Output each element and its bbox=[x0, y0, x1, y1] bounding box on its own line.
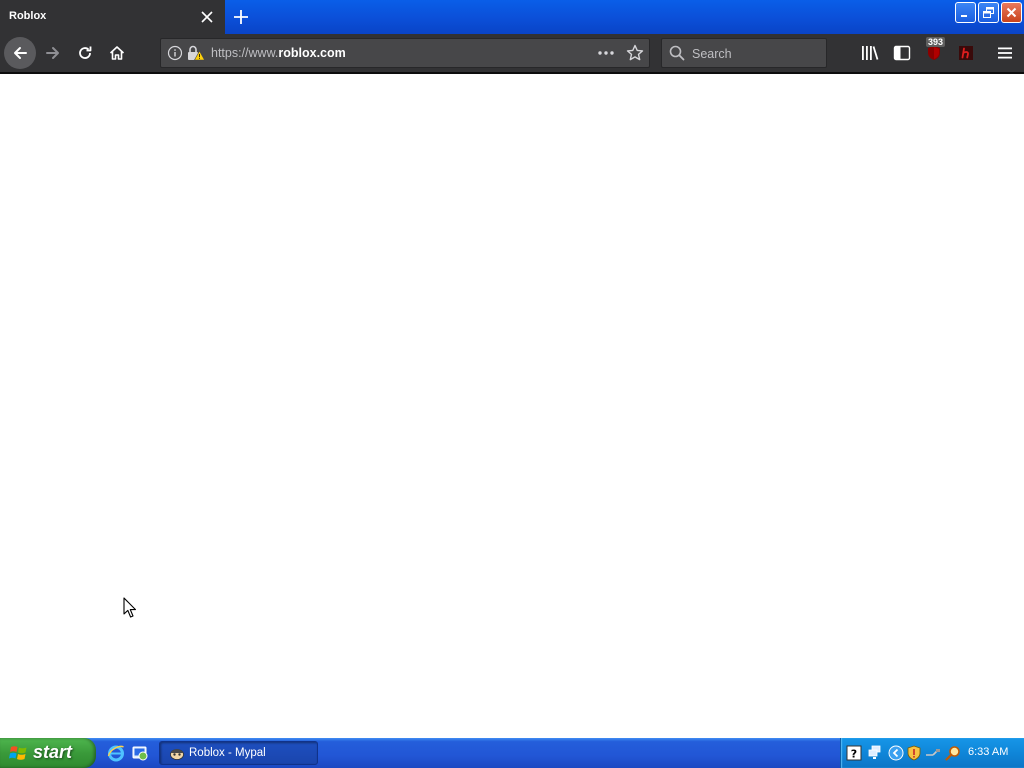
taskbar-item-label: Roblox - Mypal bbox=[189, 747, 266, 759]
window-close-button[interactable] bbox=[1001, 2, 1022, 23]
windows-logo-icon bbox=[9, 746, 27, 760]
arrow-right-icon bbox=[46, 47, 59, 59]
menu-button[interactable] bbox=[993, 41, 1017, 65]
ublock-badge: 393 bbox=[926, 37, 946, 47]
hamburger-menu-icon bbox=[998, 47, 1012, 59]
reload-icon bbox=[79, 46, 92, 59]
window-restore-button[interactable] bbox=[978, 2, 999, 23]
search-icon[interactable] bbox=[945, 745, 961, 761]
url-prefix: https://www. bbox=[211, 46, 279, 60]
library-button[interactable] bbox=[858, 41, 882, 65]
start-button[interactable]: start bbox=[0, 738, 96, 768]
taskbar: start Roblox - Mypal ? 6:33 AM bbox=[0, 738, 1024, 768]
start-label: start bbox=[33, 742, 73, 762]
bookmark-star-button[interactable] bbox=[626, 44, 644, 66]
url-text[interactable]: https://www.roblox.com bbox=[211, 46, 346, 60]
system-clock[interactable]: 6:33 AM bbox=[968, 746, 1008, 758]
internet-explorer-icon[interactable] bbox=[107, 744, 125, 766]
close-icon bbox=[201, 11, 213, 23]
network-icon[interactable] bbox=[867, 745, 883, 761]
page-actions-button[interactable] bbox=[597, 45, 615, 65]
taskbar-item-mypal[interactable]: Roblox - Mypal bbox=[159, 741, 318, 765]
url-bar[interactable]: https://www.roblox.com bbox=[160, 38, 650, 68]
info-icon[interactable] bbox=[167, 45, 183, 65]
sidebar-icon bbox=[893, 45, 911, 61]
url-domain: roblox.com bbox=[278, 46, 346, 60]
h-extension-icon bbox=[959, 46, 973, 60]
more-dots-icon bbox=[598, 51, 614, 55]
system-tray: ? 6:33 AM bbox=[840, 738, 1024, 768]
tab-strip: Roblox bbox=[0, 0, 1024, 34]
cable-icon[interactable] bbox=[925, 745, 941, 761]
home-icon bbox=[109, 46, 125, 60]
reload-button[interactable] bbox=[69, 37, 101, 69]
star-icon bbox=[626, 44, 644, 61]
tab-roblox[interactable]: Roblox bbox=[0, 0, 225, 34]
search-icon bbox=[669, 45, 685, 65]
new-tab-button[interactable] bbox=[229, 5, 253, 29]
minimize-icon bbox=[961, 15, 967, 17]
page-content[interactable] bbox=[0, 74, 1024, 738]
arrow-left-icon bbox=[14, 47, 27, 59]
window-minimize-button[interactable] bbox=[955, 2, 976, 23]
mouse-cursor-icon bbox=[123, 597, 137, 618]
restore-icon bbox=[983, 7, 994, 18]
ublock-shield-icon bbox=[928, 46, 940, 60]
tab-title: Roblox bbox=[9, 10, 47, 22]
close-icon bbox=[1006, 7, 1017, 18]
library-icon bbox=[862, 46, 879, 60]
help-icon[interactable]: ? bbox=[846, 745, 862, 761]
back-button[interactable] bbox=[4, 37, 36, 69]
home-button[interactable] bbox=[101, 37, 133, 69]
chevron-left-icon[interactable] bbox=[888, 745, 904, 761]
forward-button[interactable] bbox=[37, 37, 69, 69]
search-bar[interactable] bbox=[661, 38, 827, 68]
plus-icon bbox=[234, 10, 248, 24]
mypal-app-icon bbox=[170, 749, 184, 760]
h-extension-button[interactable] bbox=[954, 41, 978, 65]
search-input[interactable] bbox=[692, 46, 822, 62]
navigation-toolbar: https://www.roblox.com Search 393 bbox=[0, 34, 1024, 74]
security-shield-icon[interactable] bbox=[906, 745, 922, 761]
tab-close-button[interactable] bbox=[197, 7, 217, 27]
sidebar-button[interactable] bbox=[890, 41, 914, 65]
lock-warning-icon[interactable] bbox=[187, 45, 206, 65]
show-desktop-icon[interactable] bbox=[131, 744, 149, 766]
svg-text:?: ? bbox=[851, 748, 857, 761]
